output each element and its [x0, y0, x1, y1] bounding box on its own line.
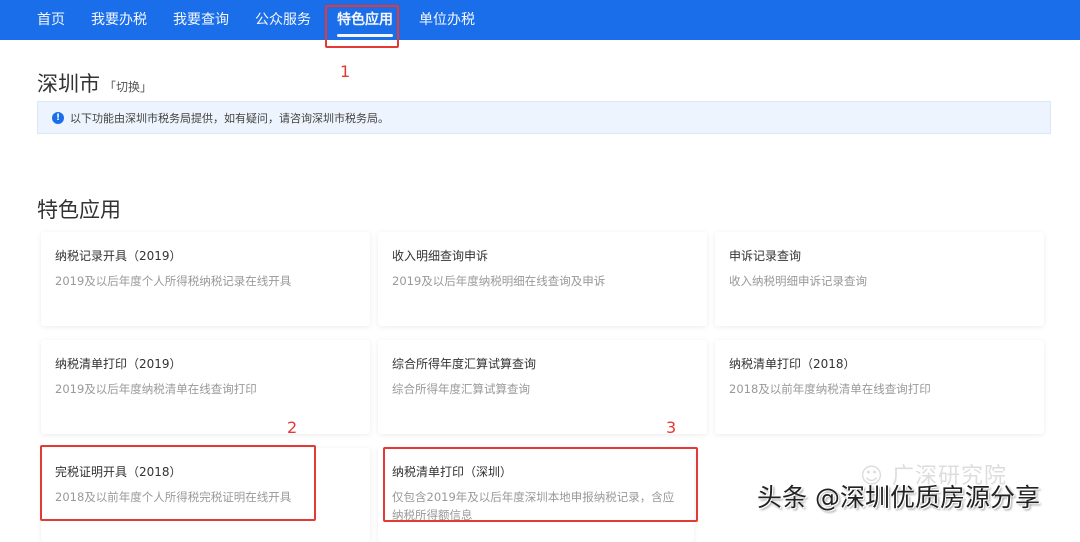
switch-city-link[interactable]: 「切换」	[104, 78, 152, 95]
card-title: 收入明细查询申诉	[392, 249, 489, 263]
notice-text: 以下功能由深圳市税务局提供，如有疑问，请咨询深圳市税务局。	[70, 111, 389, 125]
city-header: 深圳市 「切换」	[37, 68, 152, 98]
card-desc: 2019及以后年度个人所得税纳税记录在线开具	[55, 274, 292, 288]
city-name: 深圳市	[37, 72, 100, 96]
card-tax-list-2018[interactable]: 纳税清单打印（2018） 2018及以前年度纳税清单在线查询打印	[715, 340, 1044, 434]
annotation-number-1: 1	[340, 62, 351, 81]
card-desc: 综合所得年度汇算试算查询	[392, 382, 530, 396]
nav-tax-handling[interactable]: 我要办税	[91, 0, 147, 40]
card-title: 综合所得年度汇算试算查询	[392, 357, 537, 371]
card-annual-settlement-query[interactable]: 综合所得年度汇算试算查询 综合所得年度汇算试算查询	[378, 340, 707, 434]
annotation-box-3	[383, 447, 698, 522]
card-desc: 2018及以前年度纳税清单在线查询打印	[729, 382, 931, 396]
section-title: 特色应用	[37, 198, 121, 222]
card-title: 纳税记录开具（2019）	[55, 249, 182, 263]
card-appeal-record-query[interactable]: 申诉记录查询收入纳税明细申诉记录查询	[715, 232, 1044, 326]
nav-query[interactable]: 我要查询	[173, 0, 229, 40]
card-title: 纳税清单打印（2018）	[729, 357, 856, 371]
toutiao-watermark: 头条 @深圳优质房源分享	[757, 483, 1040, 512]
card-desc: 收入纳税明细申诉记录查询	[729, 274, 867, 288]
top-nav: 首页 我要办税 我要查询 公众服务 特色应用 单位办税	[0, 0, 1080, 40]
nav-unit-tax[interactable]: 单位办税	[419, 0, 475, 40]
card-title: 纳税清单打印（2019）	[55, 357, 182, 371]
nav-public-services[interactable]: 公众服务	[255, 0, 311, 40]
card-income-detail-appeal[interactable]: 收入明细查询申诉 2019及以后年度纳税明细在线查询及申诉	[378, 232, 707, 326]
annotation-box-2	[40, 445, 316, 521]
card-tax-list-2019[interactable]: 纳税清单打印（2019） 2019及以后年度纳税清单在线查询打印	[41, 340, 370, 434]
annotation-box-1	[325, 5, 399, 48]
annotation-number-3: 3	[666, 418, 677, 437]
card-tax-record-2019[interactable]: 纳税记录开具（2019） 2019及以后年度个人所得税纳税记录在线开具	[41, 232, 370, 326]
card-title: 申诉记录查询	[729, 249, 802, 263]
info-icon: !	[52, 111, 64, 124]
card-desc: 2019及以后年度纳税清单在线查询打印	[55, 382, 257, 396]
annotation-number-2: 2	[287, 418, 298, 437]
card-desc: 2019及以后年度纳税明细在线查询及申诉	[392, 274, 606, 288]
notice-bar: ! 以下功能由深圳市税务局提供，如有疑问，请咨询深圳市税务局。	[37, 101, 1051, 134]
nav-home[interactable]: 首页	[37, 0, 65, 40]
